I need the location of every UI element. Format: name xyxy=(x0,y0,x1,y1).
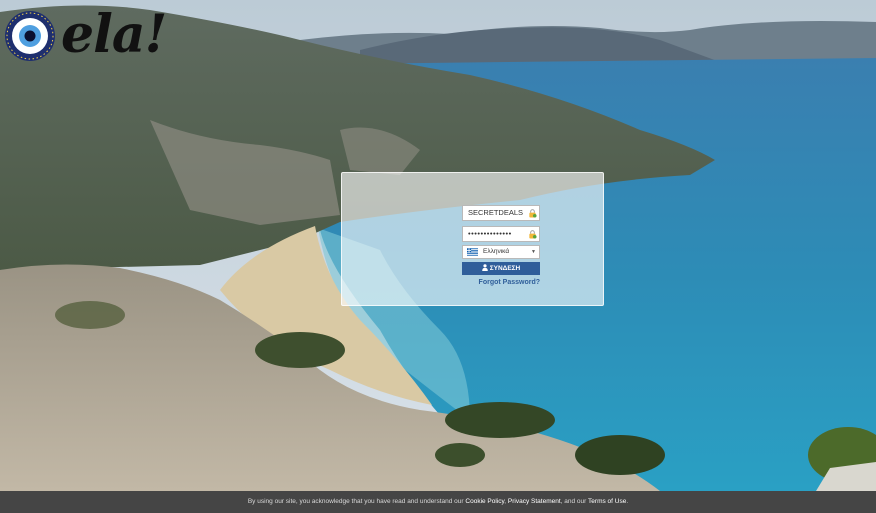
lock-icon xyxy=(529,209,537,218)
cookie-policy-link[interactable]: Cookie Policy xyxy=(465,498,504,505)
username-value: SECRETDEALS xyxy=(468,208,524,217)
language-selected: Ελληνικά xyxy=(483,248,510,255)
login-panel: SECRETDEALS •••••••••••••• Ελληνικά ▼ ΣΥ… xyxy=(341,172,604,306)
password-value: •••••••••••••• xyxy=(468,229,512,238)
language-select[interactable]: Ελληνικά ▼ xyxy=(462,245,540,259)
brand-logo: ela! xyxy=(4,5,167,65)
evil-eye-icon xyxy=(5,11,55,61)
username-field[interactable]: SECRETDEALS xyxy=(462,205,540,221)
lock-icon xyxy=(529,230,537,239)
login-submit-label: ΣΥΝΔΕΣΗ xyxy=(489,265,521,272)
footer-text-middle: , and our xyxy=(560,498,587,505)
forgot-password-link[interactable]: Forgot Password? xyxy=(462,277,540,289)
user-icon xyxy=(481,264,488,271)
brand-name: ela! xyxy=(61,4,167,65)
login-submit-button[interactable]: ΣΥΝΔΕΣΗ xyxy=(462,262,540,275)
footer-text-suffix: . xyxy=(626,498,629,505)
password-field[interactable]: •••••••••••••• xyxy=(462,226,540,242)
privacy-statement-link[interactable]: Privacy Statement xyxy=(508,498,561,505)
chevron-down-icon: ▼ xyxy=(531,249,536,255)
footer-separator: , xyxy=(504,498,507,505)
footer-text-prefix: By using our site, you acknowledge that … xyxy=(247,498,464,505)
cookie-notice-footer: By using our site, you acknowledge that … xyxy=(0,491,876,513)
terms-of-use-link[interactable]: Terms of Use xyxy=(588,498,626,505)
greek-flag-icon xyxy=(467,248,478,256)
